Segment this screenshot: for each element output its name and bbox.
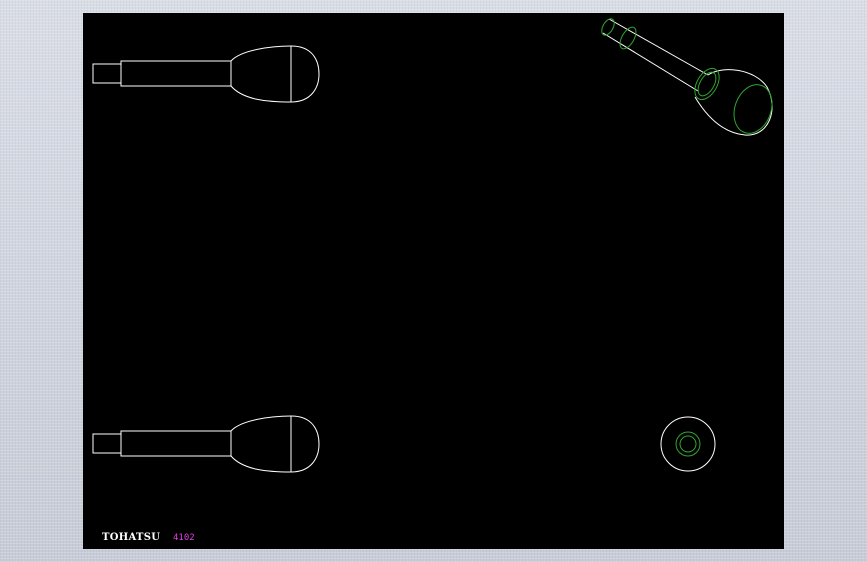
handle-isometric-view <box>601 18 773 136</box>
handle-side-shaft-outline <box>92 430 232 457</box>
handle-iso-collar-edge <box>619 26 637 50</box>
handle-iso-knob-edge <box>733 84 773 134</box>
handle-iso-knob-outline <box>694 69 773 136</box>
part-number-label: 4102 <box>173 533 195 543</box>
handle-side-knob-outline <box>230 415 320 473</box>
handle-end-bore-inner <box>679 435 697 453</box>
handle-iso-tip-edge <box>601 18 615 36</box>
cad-drawing-svg <box>92 18 773 473</box>
handle-end-view <box>660 416 716 472</box>
handle-end-outer-circle <box>660 416 716 472</box>
cad-drawing-canvas[interactable]: TOHATSU 4102 <box>83 13 784 549</box>
handle-front-view <box>92 45 320 103</box>
brand-label: TOHATSU <box>102 532 161 543</box>
handle-iso-neck-edge-inner <box>697 71 717 97</box>
handle-front-knob-outline <box>230 45 320 103</box>
handle-iso-shaft-bottom <box>602 32 699 92</box>
handle-side-view <box>92 415 320 473</box>
handle-front-shaft-outline <box>92 60 232 87</box>
